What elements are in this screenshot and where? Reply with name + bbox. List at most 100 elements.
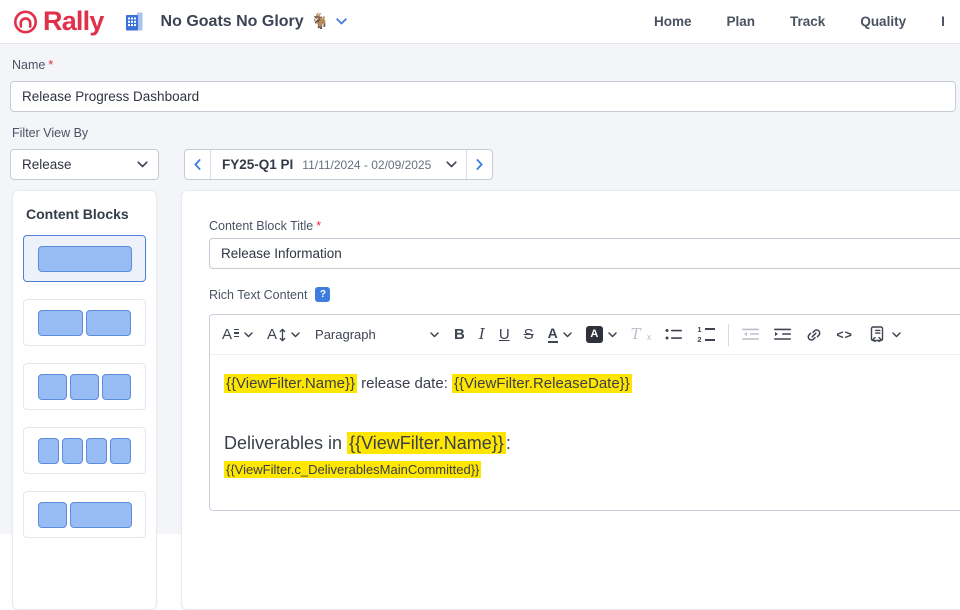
filter-view-by-label: Filter View By xyxy=(12,126,88,140)
chevron-down-icon xyxy=(291,332,300,338)
layout-template-one-column[interactable] xyxy=(23,235,146,282)
nav-item-i[interactable]: I xyxy=(941,14,945,29)
indent-button[interactable] xyxy=(767,321,799,349)
rich-text-editor: A A Paragraph B I xyxy=(209,314,960,511)
layout-block xyxy=(102,374,131,400)
editor-toolbar: A A Paragraph B I xyxy=(210,315,960,355)
chevron-down-icon xyxy=(892,332,901,338)
chevron-down-icon xyxy=(137,161,148,168)
previous-timebox-button[interactable] xyxy=(185,150,210,179)
content-blocks-list xyxy=(13,222,156,538)
required-asterisk: * xyxy=(316,219,321,233)
timebox-select[interactable]: FY25-Q1 PI 11/11/2024 - 02/09/2025 xyxy=(211,150,466,179)
goat-emoji: 🐐 xyxy=(311,14,330,29)
filter-type-select[interactable]: Release xyxy=(10,149,159,180)
numbered-list-icon: 1 2 xyxy=(697,326,715,344)
name-label: Name* xyxy=(12,58,53,72)
name-input[interactable] xyxy=(10,81,956,112)
code-view-button[interactable]: <> xyxy=(829,321,860,349)
main-nav: Home Plan Track Quality I xyxy=(654,0,945,43)
next-timebox-button[interactable] xyxy=(467,150,492,179)
indent-icon xyxy=(774,328,792,341)
clear-formatting-icon: T xyxy=(631,327,641,342)
layout-block xyxy=(38,438,59,464)
paragraph-format-select[interactable]: Paragraph xyxy=(307,321,447,349)
nav-item-plan[interactable]: Plan xyxy=(727,14,756,29)
editor-paragraph: {{ViewFilter.Name}} release date: {{View… xyxy=(224,374,954,394)
rich-text-content-area[interactable]: {{ViewFilter.Name}} release date: {{View… xyxy=(210,355,960,493)
underline-button[interactable]: U xyxy=(492,321,517,349)
top-header: Rally No Goats No Glory 🐐 Home Plan Track Q… xyxy=(0,0,960,44)
filter-type-value: Release xyxy=(22,157,72,172)
font-size-icon: A xyxy=(267,327,286,342)
layout-template-four-column[interactable] xyxy=(23,427,146,474)
rich-text-content-label: Rich Text Content xyxy=(209,288,307,302)
layout-block xyxy=(38,374,67,400)
font-family-icon: A xyxy=(222,327,239,342)
link-icon xyxy=(806,327,822,343)
timebox-stepper: FY25-Q1 PI 11/11/2024 - 02/09/2025 xyxy=(184,149,493,180)
layout-block xyxy=(70,374,99,400)
required-asterisk: * xyxy=(48,58,53,72)
rally-logo[interactable]: Rally xyxy=(12,8,104,35)
outdent-button[interactable] xyxy=(735,321,767,349)
insert-template-button[interactable] xyxy=(860,321,908,349)
toolbar-divider xyxy=(728,324,729,346)
merge-field-highlight: {{ViewFilter.ReleaseDate}} xyxy=(452,374,632,393)
content-block-title-input[interactable] xyxy=(209,238,960,269)
strikethrough-button[interactable]: S xyxy=(517,321,541,349)
highlight-color-icon: A xyxy=(586,326,603,343)
highlight-color-button[interactable]: A xyxy=(579,321,624,349)
help-icon[interactable]: ? xyxy=(315,287,330,302)
merge-field-highlight: {{ViewFilter.c_DeliverablesMainCommitted… xyxy=(224,461,481,478)
rich-text-label-row: Rich Text Content ? xyxy=(209,287,330,302)
bullet-list-button[interactable] xyxy=(658,321,690,349)
layout-block xyxy=(86,310,131,336)
layout-block xyxy=(86,438,107,464)
content-blocks-panel: Content Blocks xyxy=(12,190,157,610)
rally-logo-text: Rally xyxy=(43,8,104,35)
content-block-title-label: Content Block Title* xyxy=(209,219,321,233)
bullet-list-icon xyxy=(665,328,683,341)
numbered-list-button[interactable]: 1 2 xyxy=(690,321,722,349)
timebox-date-range: 11/11/2024 - 02/09/2025 xyxy=(302,158,437,172)
chevron-down-icon xyxy=(244,332,253,338)
layout-template-three-column[interactable] xyxy=(23,363,146,410)
editor-paragraph: {{ViewFilter.c_DeliverablesMainCommitted… xyxy=(224,461,954,478)
italic-button[interactable]: I xyxy=(472,321,492,349)
layout-block xyxy=(38,310,83,336)
layout-template-two-column[interactable] xyxy=(23,299,146,346)
insert-link-button[interactable] xyxy=(799,321,829,349)
layout-block xyxy=(110,438,131,464)
font-size-button[interactable]: A xyxy=(260,321,307,349)
layout-block xyxy=(70,502,132,528)
chevron-down-icon xyxy=(336,18,347,25)
chevron-down-icon xyxy=(608,332,617,338)
layout-block xyxy=(38,246,132,272)
content-block-editor-panel: Content Block Title* Rich Text Content ?… xyxy=(181,190,960,610)
text-color-button[interactable]: A xyxy=(541,321,579,349)
document-code-icon xyxy=(867,326,887,344)
editor-paragraph: Deliverables in {{ViewFilter.Name}}: xyxy=(224,431,954,455)
chevron-down-icon xyxy=(446,161,457,168)
timebox-name: FY25-Q1 PI xyxy=(222,157,293,172)
clear-formatting-button[interactable]: T x xyxy=(624,321,659,349)
merge-field-highlight: {{ViewFilter.Name}} xyxy=(224,374,357,393)
content-blocks-title: Content Blocks xyxy=(13,191,156,222)
layout-template-one-third-two-thirds[interactable] xyxy=(23,491,146,538)
font-family-button[interactable]: A xyxy=(215,321,260,349)
nav-item-home[interactable]: Home xyxy=(654,14,692,29)
merge-field-highlight: {{ViewFilter.Name}} xyxy=(347,432,506,454)
code-view-icon: <> xyxy=(836,328,853,342)
chevron-down-icon xyxy=(430,332,439,338)
layout-block xyxy=(62,438,83,464)
outdent-icon xyxy=(742,328,760,341)
layout-block xyxy=(38,502,67,528)
rally-logo-icon xyxy=(12,8,39,35)
workspace-selector[interactable]: No Goats No Glory 🐐 xyxy=(161,13,348,31)
nav-item-quality[interactable]: Quality xyxy=(860,14,906,29)
workspace-building-icon[interactable] xyxy=(123,10,146,33)
nav-item-track[interactable]: Track xyxy=(790,14,825,29)
page-body: Name* Filter View By Release FY25-Q1 PI … xyxy=(0,44,960,534)
bold-button[interactable]: B xyxy=(447,321,472,349)
